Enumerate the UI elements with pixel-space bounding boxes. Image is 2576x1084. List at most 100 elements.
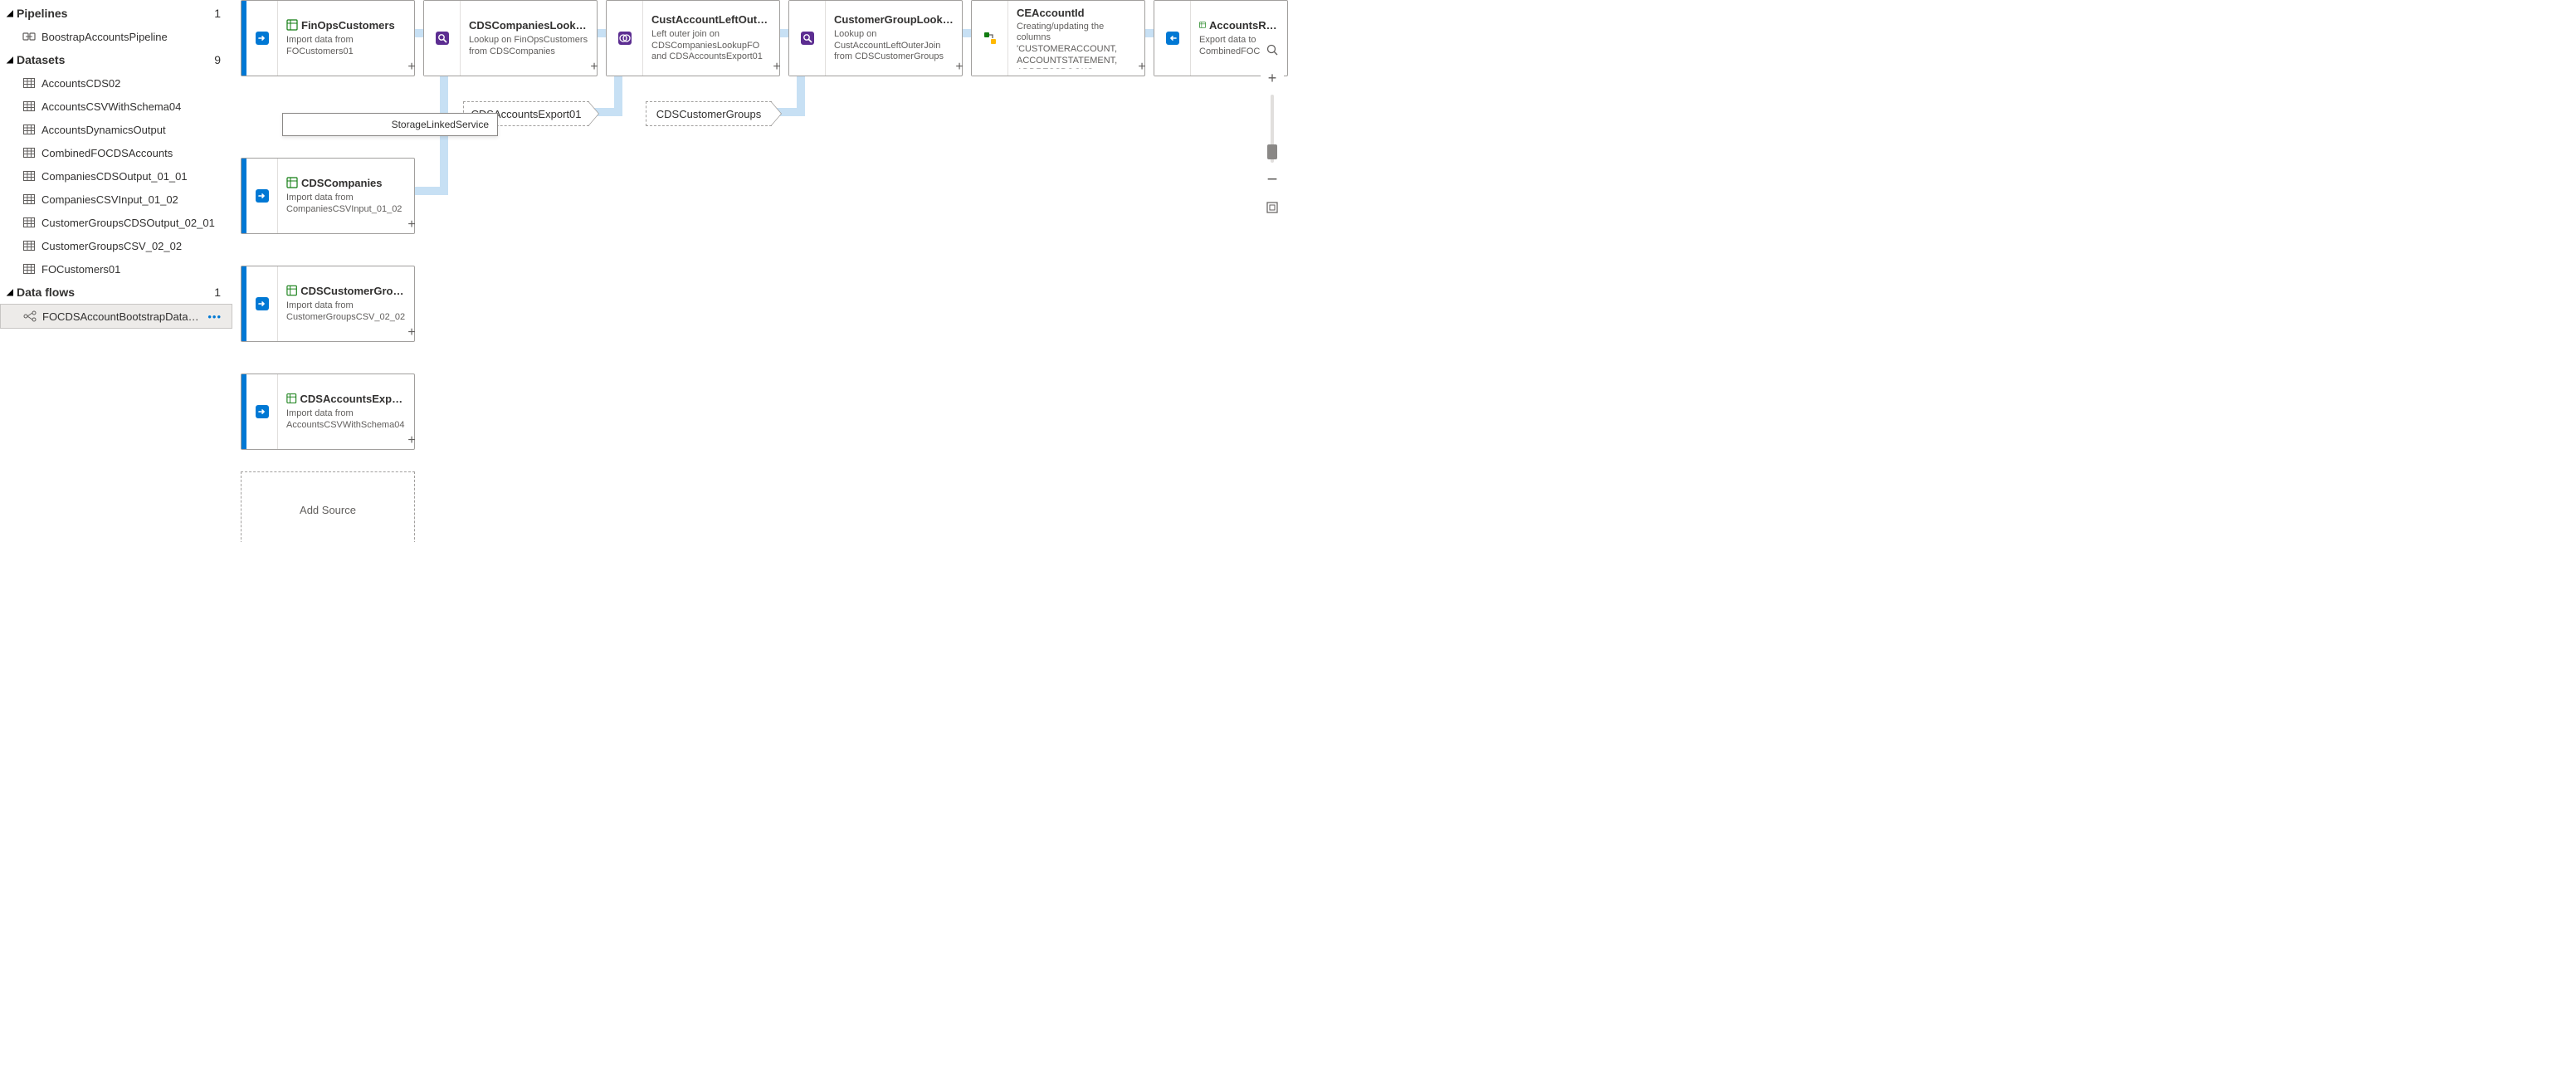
zoom-out-button[interactable]: − (1261, 168, 1284, 191)
node-desc: Import data from FOCustomers01 (286, 35, 406, 58)
node-cdscompanieslookupfo[interactable]: CDSCompaniesLookupFO Lookup on FinOpsCus… (423, 0, 598, 76)
section-count: 9 (214, 53, 226, 66)
section-pipelines[interactable]: ◢ Pipelines 1 (0, 2, 232, 25)
sink-icon (1154, 1, 1191, 76)
node-desc: Import data from CustomerGroupsCSV_02_02 (286, 300, 406, 324)
section-label: Datasets (17, 53, 65, 66)
table-icon (22, 76, 37, 90)
node-desc: Lookup on CustAccountLeftOuterJoin from … (834, 29, 954, 63)
tree-item-label: CompaniesCDSOutput_01_01 (41, 170, 226, 183)
node-title: CDSCompaniesLookupFO (469, 19, 588, 32)
node-title: CustAccountLeftOuterJ… (651, 13, 771, 26)
add-source-button[interactable]: Add Source (241, 471, 415, 542)
table-icon (22, 262, 37, 276)
source-icon (242, 266, 278, 341)
dataflow-canvas[interactable]: FinOpsCustomers Import data from FOCusto… (232, 0, 1288, 542)
tree-item-label: FOCustomers01 (41, 263, 226, 276)
node-cdsaccountsexport[interactable]: CDSAccountsExport01 Import data from Acc… (241, 374, 415, 450)
add-step-button[interactable]: + (770, 61, 783, 75)
dataset-item[interactable]: CustomerGroupsCDSOutput_02_01 (0, 211, 232, 234)
fit-to-screen-button[interactable] (1261, 196, 1284, 219)
tree-item-label: CompaniesCSVInput_01_02 (41, 193, 226, 206)
node-finopscustomers[interactable]: FinOpsCustomers Import data from FOCusto… (241, 0, 415, 76)
node-custaccountleftouterjoin[interactable]: CustAccountLeftOuterJ… Left outer join o… (606, 0, 780, 76)
node-title: AccountsReadyForCDS (1209, 19, 1279, 32)
dataset-icon (286, 393, 297, 404)
node-ref-cdscustomergroups[interactable]: CDSCustomerGroups (646, 101, 772, 126)
node-title: FinOpsCustomers (301, 19, 395, 32)
zoom-controls: + − (1260, 38, 1285, 219)
dataset-item[interactable]: AccountsCDS02 (0, 71, 232, 95)
section-datasets[interactable]: ◢ Datasets 9 (0, 48, 232, 71)
add-step-button[interactable]: + (405, 219, 418, 232)
node-ceaccountid[interactable]: CEAccountId Creating/updating the column… (971, 0, 1145, 76)
source-icon (242, 374, 278, 449)
node-desc: Creating/updating the columns 'CUSTOMERA… (1017, 22, 1136, 69)
node-desc: Import data from AccountsCSVWithSchema04 (286, 408, 406, 432)
add-step-button[interactable]: + (405, 61, 418, 75)
collapse-icon: ◢ (5, 288, 15, 297)
tree-item-label: CombinedFOCDSAccounts (41, 147, 226, 159)
table-icon (22, 239, 37, 252)
node-title: CDSAccountsExport01 (300, 393, 406, 405)
node-cdscustomergroups[interactable]: CDSCustomerGroups Import data from Custo… (241, 266, 415, 342)
collapse-icon: ◢ (5, 56, 15, 65)
pipeline-item[interactable]: BoostrapAccountsPipeline (0, 25, 232, 48)
dataset-item[interactable]: AccountsCSVWithSchema04 (0, 95, 232, 118)
join-icon (607, 1, 643, 76)
tooltip-text: StorageLinkedService (392, 119, 489, 130)
lookup-icon (424, 1, 461, 76)
dataset-item[interactable]: CombinedFOCDSAccounts (0, 141, 232, 164)
section-count: 1 (214, 286, 226, 299)
derived-column-icon (972, 1, 1008, 76)
dataset-icon (286, 19, 298, 31)
dataset-icon (1199, 19, 1206, 31)
node-title: CustomerGroupLookup (834, 13, 954, 26)
table-icon (22, 100, 37, 113)
tree-item-label: BoostrapAccountsPipeline (41, 31, 226, 43)
node-customergrouplookup[interactable]: CustomerGroupLookup Lookup on CustAccoun… (788, 0, 963, 76)
dataset-item[interactable]: CustomerGroupsCSV_02_02 (0, 234, 232, 257)
zoom-in-button[interactable]: + (1261, 66, 1284, 90)
tree-item-label: CustomerGroupsCDSOutput_02_01 (41, 217, 226, 229)
source-icon (242, 159, 278, 233)
add-step-button[interactable]: + (953, 61, 966, 75)
lookup-icon (789, 1, 826, 76)
dataflow-item[interactable]: FOCDSAccountBootstrapDataF… ••• (0, 304, 232, 329)
zoom-thumb[interactable] (1267, 144, 1277, 159)
tree-item-label: AccountsCSVWithSchema04 (41, 100, 226, 113)
table-icon (22, 193, 37, 206)
add-step-button[interactable]: + (405, 435, 418, 448)
section-label: Data flows (17, 286, 75, 299)
node-title: CDSCustomerGroups (656, 108, 761, 120)
node-cdscompanies[interactable]: CDSCompanies Import data from CompaniesC… (241, 158, 415, 234)
add-step-button[interactable]: + (405, 327, 418, 340)
zoom-search-icon[interactable] (1261, 38, 1284, 61)
source-icon (242, 1, 278, 76)
section-dataflows[interactable]: ◢ Data flows 1 (0, 281, 232, 304)
sidebar: ◢ Pipelines 1 BoostrapAccountsPipeline ◢… (0, 0, 232, 542)
dataset-item[interactable]: AccountsDynamicsOutput (0, 118, 232, 141)
table-icon (22, 216, 37, 229)
node-desc: Import data from CompaniesCSVInput_01_02 (286, 193, 406, 216)
table-icon (22, 146, 37, 159)
section-label: Pipelines (17, 7, 67, 20)
tree-item-label: CustomerGroupsCSV_02_02 (41, 240, 226, 252)
tree-item-label: AccountsDynamicsOutput (41, 124, 226, 136)
dataflow-icon (22, 310, 37, 323)
node-desc: Lookup on FinOpsCustomers from CDSCompan… (469, 35, 588, 58)
add-step-button[interactable]: + (1135, 61, 1149, 75)
dataset-item[interactable]: CompaniesCDSOutput_01_01 (0, 164, 232, 188)
add-source-label: Add Source (300, 504, 356, 516)
dataset-item[interactable]: CompaniesCSVInput_01_02 (0, 188, 232, 211)
pipeline-icon (22, 30, 37, 43)
dataset-item[interactable]: FOCustomers01 (0, 257, 232, 281)
node-title: CDSCustomerGroups (300, 285, 406, 297)
section-count: 1 (214, 7, 226, 20)
tree-item-label: FOCDSAccountBootstrapDataF… (42, 310, 204, 323)
dataset-icon (286, 177, 298, 188)
add-step-button[interactable]: + (588, 61, 601, 75)
zoom-slider[interactable] (1271, 95, 1274, 163)
more-icon[interactable]: ••• (204, 310, 225, 323)
tooltip: StorageLinkedService (282, 113, 498, 136)
